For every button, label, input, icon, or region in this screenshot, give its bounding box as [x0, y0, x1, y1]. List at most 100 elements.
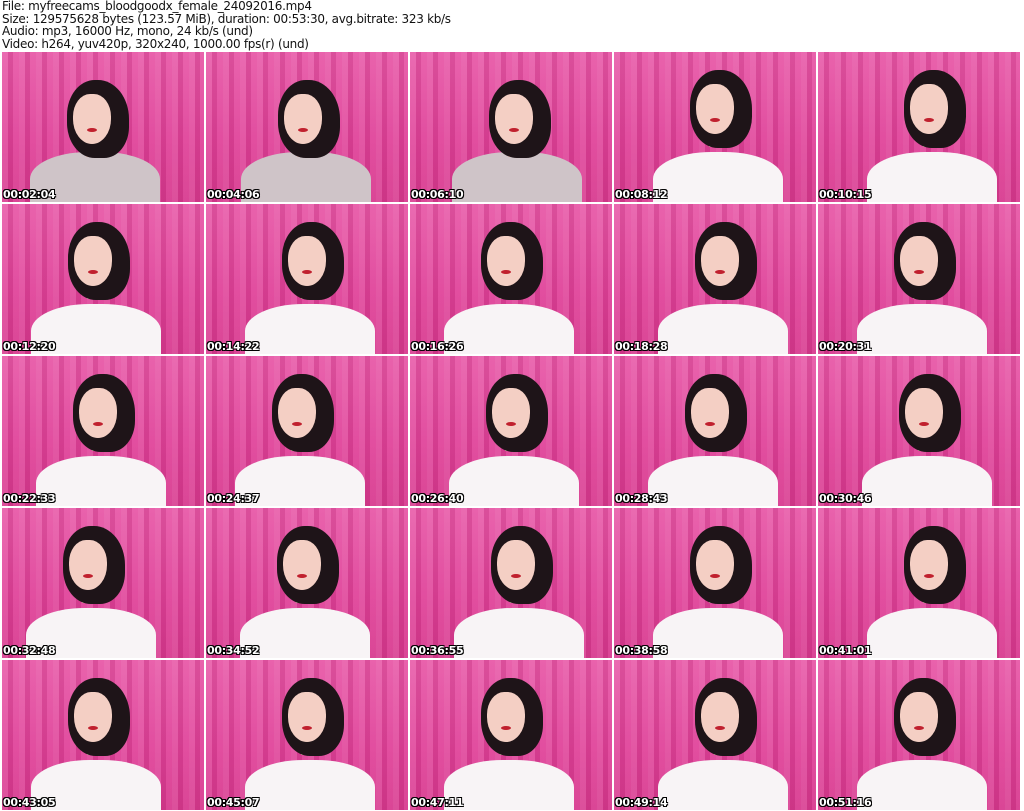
lips-shape — [914, 270, 924, 274]
timestamp-label: 00:30:46 — [819, 492, 872, 505]
video-thumbnail: 00:18:28 — [614, 204, 816, 354]
video-thumbnail: 00:06:10 — [410, 52, 612, 202]
shirt-shape — [245, 760, 375, 810]
face-shape — [495, 94, 533, 144]
timestamp-label: 00:02:04 — [3, 188, 56, 201]
lips-shape — [511, 574, 521, 578]
face-shape — [696, 84, 734, 134]
video-thumbnail: 00:26:40 — [410, 356, 612, 506]
video-thumbnail: 00:41:01 — [818, 508, 1020, 658]
shirt-shape — [449, 456, 579, 506]
file-name: File: myfreecams_bloodgoodx_female_24092… — [2, 0, 312, 13]
timestamp-label: 00:20:31 — [819, 340, 872, 353]
lips-shape — [302, 270, 312, 274]
shirt-shape — [452, 152, 582, 202]
timestamp-label: 00:49:14 — [615, 796, 668, 809]
shirt-shape — [867, 608, 997, 658]
face-shape — [288, 692, 326, 742]
face-shape — [691, 388, 729, 438]
video-thumbnail: 00:49:14 — [614, 660, 816, 810]
video-thumbnail: 00:22:33 — [2, 356, 204, 506]
lips-shape — [710, 574, 720, 578]
audio-info: Audio: mp3, 16000 Hz, mono, 24 kb/s (und… — [2, 24, 253, 38]
face-shape — [497, 540, 535, 590]
timestamp-label: 00:38:58 — [615, 644, 668, 657]
shirt-shape — [658, 760, 788, 810]
timestamp-label: 00:51:16 — [819, 796, 872, 809]
video-thumbnail: 00:14:22 — [206, 204, 408, 354]
video-thumbnail: 00:20:31 — [818, 204, 1020, 354]
face-shape — [288, 236, 326, 286]
video-info: Video: h264, yuv420p, 320x240, 1000.00 f… — [2, 36, 309, 51]
shirt-shape — [653, 152, 783, 202]
face-shape — [492, 388, 530, 438]
face-shape — [284, 94, 322, 144]
timestamp-label: 00:10:15 — [819, 188, 872, 201]
shirt-shape — [444, 760, 574, 810]
shirt-shape — [857, 304, 987, 354]
timestamp-label: 00:28:43 — [615, 492, 668, 505]
lips-shape — [501, 726, 511, 730]
shirt-shape — [862, 456, 992, 506]
video-thumbnail: 00:30:46 — [818, 356, 1020, 506]
timestamp-label: 00:41:01 — [819, 644, 872, 657]
shirt-shape — [857, 760, 987, 810]
timestamp-label: 00:14:22 — [207, 340, 260, 353]
video-thumbnail: 00:12:20 — [2, 204, 204, 354]
face-shape — [487, 692, 525, 742]
lips-shape — [710, 118, 720, 122]
lips-shape — [501, 270, 511, 274]
timestamp-label: 00:12:20 — [3, 340, 56, 353]
timestamp-label: 00:18:28 — [615, 340, 668, 353]
face-shape — [910, 84, 948, 134]
timestamp-label: 00:08:12 — [615, 188, 668, 201]
face-shape — [910, 540, 948, 590]
lips-shape — [705, 422, 715, 426]
timestamp-label: 00:45:07 — [207, 796, 260, 809]
face-shape — [701, 692, 739, 742]
timestamp-label: 00:24:37 — [207, 492, 260, 505]
shirt-shape — [658, 304, 788, 354]
shirt-shape — [648, 456, 778, 506]
lips-shape — [302, 726, 312, 730]
video-thumbnail: 00:04:06 — [206, 52, 408, 202]
lips-shape — [297, 574, 307, 578]
face-shape — [74, 236, 112, 286]
video-thumbnail: 00:02:04 — [2, 52, 204, 202]
video-thumbnail: 00:51:16 — [818, 660, 1020, 810]
file-info-header: File: myfreecams_bloodgoodx_female_24092… — [2, 0, 451, 50]
shirt-shape — [454, 608, 584, 658]
timestamp-label: 00:34:52 — [207, 644, 260, 657]
lips-shape — [914, 726, 924, 730]
timestamp-label: 00:32:48 — [3, 644, 56, 657]
lips-shape — [509, 128, 519, 132]
video-thumbnail: 00:47:11 — [410, 660, 612, 810]
video-thumbnail: 00:45:07 — [206, 660, 408, 810]
face-shape — [900, 236, 938, 286]
video-thumbnail: 00:36:55 — [410, 508, 612, 658]
face-shape — [900, 692, 938, 742]
shirt-shape — [240, 608, 370, 658]
timestamp-label: 00:16:26 — [411, 340, 464, 353]
lips-shape — [83, 574, 93, 578]
shirt-shape — [653, 608, 783, 658]
shirt-shape — [867, 152, 997, 202]
shirt-shape — [245, 304, 375, 354]
face-shape — [905, 388, 943, 438]
video-thumbnail: 00:34:52 — [206, 508, 408, 658]
face-shape — [79, 388, 117, 438]
face-shape — [69, 540, 107, 590]
video-thumbnail: 00:38:58 — [614, 508, 816, 658]
lips-shape — [715, 726, 725, 730]
timestamp-label: 00:22:33 — [3, 492, 56, 505]
lips-shape — [715, 270, 725, 274]
face-shape — [696, 540, 734, 590]
lips-shape — [919, 422, 929, 426]
lips-shape — [924, 574, 934, 578]
shirt-shape — [444, 304, 574, 354]
face-shape — [73, 94, 111, 144]
face-shape — [283, 540, 321, 590]
video-thumbnail: 00:08:12 — [614, 52, 816, 202]
lips-shape — [88, 726, 98, 730]
video-thumbnail: 00:43:05 — [2, 660, 204, 810]
